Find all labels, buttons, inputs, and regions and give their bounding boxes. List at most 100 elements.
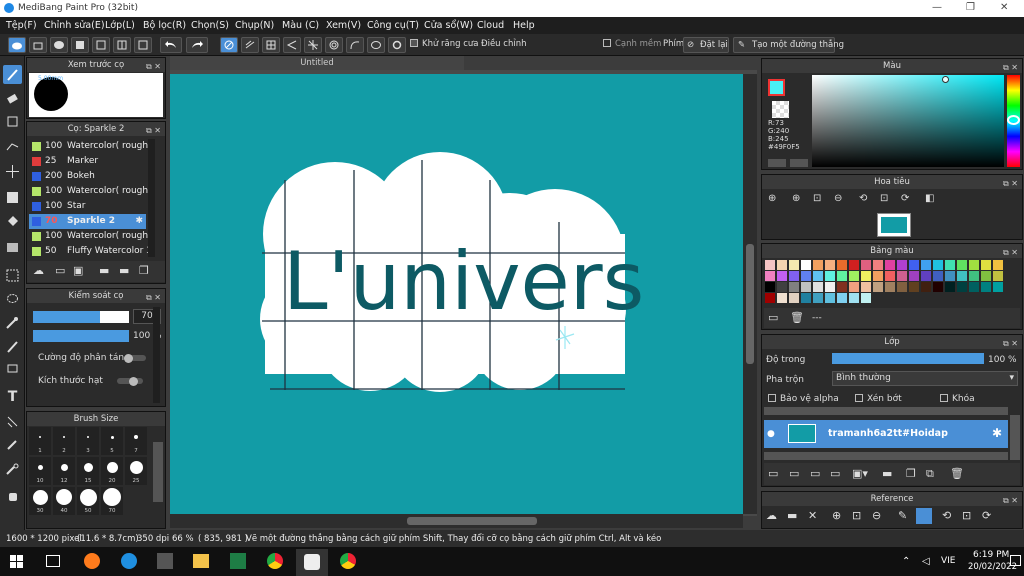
canvas-horizontal-scrollbar[interactable] xyxy=(170,514,743,528)
color-swap-button[interactable] xyxy=(790,159,808,167)
palette-swatch[interactable] xyxy=(849,282,859,292)
scatter-toggle[interactable] xyxy=(124,353,146,363)
palette-swatch[interactable] xyxy=(825,260,835,270)
fit-screen-icon[interactable]: ⊡ xyxy=(880,193,888,204)
palette-swatch[interactable] xyxy=(777,293,787,303)
language-indicator[interactable]: VIE xyxy=(941,556,956,566)
brush-item[interactable]: 100 Watercolor( rough) xyxy=(29,139,152,154)
operation-tool-icon[interactable] xyxy=(3,460,22,479)
palette-swatch[interactable] xyxy=(909,260,919,270)
palette-swatch[interactable] xyxy=(777,282,787,292)
straight-line-button[interactable]: ✎ Tạo một đường thẳng xyxy=(733,37,844,53)
maximize-button[interactable]: ❐ xyxy=(966,2,975,13)
shape-tool-icon[interactable] xyxy=(3,112,22,131)
palette-swatch[interactable] xyxy=(801,282,811,292)
palette-swatch[interactable] xyxy=(921,282,931,292)
brush-size-option[interactable]: 40 xyxy=(53,487,75,515)
brush-size-slider[interactable] xyxy=(33,311,129,323)
palette-swatch[interactable] xyxy=(861,260,871,270)
eraser-tool-icon[interactable] xyxy=(3,89,22,108)
cloud-icon[interactable]: ☁ xyxy=(766,509,777,522)
antialias-checkbox[interactable]: Khử răng cưa xyxy=(410,39,479,49)
new-palette-icon[interactable]: ▭ xyxy=(768,311,778,324)
brush-size-option[interactable]: 1 xyxy=(29,427,51,455)
palette-swatch[interactable] xyxy=(861,293,871,303)
share-icon[interactable] xyxy=(29,37,47,53)
palette-swatch[interactable] xyxy=(969,282,979,292)
palette-swatch[interactable] xyxy=(837,282,847,292)
palette-swatch[interactable] xyxy=(885,282,895,292)
palette-swatch[interactable] xyxy=(873,260,883,270)
palette-swatch[interactable] xyxy=(849,271,859,281)
radial-snap-icon[interactable] xyxy=(304,37,322,53)
brush-item[interactable]: 100 Watercolor( rough) xyxy=(29,229,152,244)
folder-icon[interactable]: ▬ xyxy=(787,509,797,522)
palette-swatch[interactable] xyxy=(825,282,835,292)
palette-swatch[interactable] xyxy=(765,271,775,281)
palette-swatch[interactable] xyxy=(957,282,967,292)
palette-swatch[interactable] xyxy=(861,271,871,281)
bucket-tool-icon[interactable] xyxy=(3,212,22,231)
palette-swatch[interactable] xyxy=(825,293,835,303)
panel-close-icon[interactable]: ⧉ ✕ xyxy=(146,124,161,138)
panel-close-icon[interactable]: ⧉ ✕ xyxy=(1003,337,1018,351)
brush-size-option[interactable]: 70 xyxy=(101,487,123,515)
close-icon[interactable]: ✕ xyxy=(808,509,817,522)
secondary-color-swatch[interactable] xyxy=(772,101,789,118)
new-brush-icon[interactable]: ▭ xyxy=(55,264,65,277)
duplicate-icon[interactable]: ❐ xyxy=(906,467,916,480)
save-icon[interactable] xyxy=(71,37,89,53)
brush-size-option[interactable]: 3 xyxy=(77,427,99,455)
palette-swatch[interactable] xyxy=(993,271,1003,281)
palette-swatch[interactable] xyxy=(765,260,775,270)
palette-swatch[interactable] xyxy=(789,260,799,270)
palette-swatch[interactable] xyxy=(945,282,955,292)
brush-item[interactable]: 100 Watercolor( rough) xyxy=(29,184,152,199)
rotate-left-icon[interactable]: ⟲ xyxy=(859,193,867,204)
zoom-in-icon[interactable]: ⊕ xyxy=(832,509,841,522)
menu-window[interactable]: Cửa sổ(W) xyxy=(424,20,473,31)
clip-checkbox[interactable]: Xén bớt xyxy=(855,394,902,404)
cloud-icon[interactable] xyxy=(8,37,26,53)
menu-help[interactable]: Help xyxy=(513,20,535,31)
concentric-snap-icon[interactable] xyxy=(325,37,343,53)
fit-icon[interactable]: ⊡ xyxy=(813,193,821,204)
panel-close-icon[interactable]: ⧉ ✕ xyxy=(146,60,161,74)
zoom-in-icon[interactable]: ⊕ xyxy=(768,193,776,204)
palette-swatch[interactable] xyxy=(933,271,943,281)
panel-close-icon[interactable]: ⧉ ✕ xyxy=(1003,246,1018,260)
palette-swatch[interactable] xyxy=(873,282,883,292)
text-tool-icon[interactable]: T xyxy=(3,387,22,406)
medibang-taskbar-item[interactable] xyxy=(296,549,328,576)
brush-item[interactable]: 100 Star xyxy=(29,199,146,214)
palette-swatch[interactable] xyxy=(837,260,847,270)
brush-list-scrollbar[interactable] xyxy=(148,139,155,257)
brush-size-scrollbar[interactable] xyxy=(153,442,163,502)
redo-icon[interactable] xyxy=(186,37,208,53)
brush-size-option[interactable]: 2 xyxy=(53,427,75,455)
palette-swatch[interactable] xyxy=(933,282,943,292)
palette-swatch[interactable] xyxy=(993,260,1003,270)
palette-swatch[interactable] xyxy=(777,260,787,270)
palette-swatch[interactable] xyxy=(825,271,835,281)
color-mode-button[interactable] xyxy=(768,159,786,167)
line-tool-icon[interactable] xyxy=(3,136,22,155)
rotate-left-icon[interactable]: ⟲ xyxy=(942,509,951,522)
duplicate-icon[interactable]: ❐ xyxy=(139,264,149,277)
rotate-right-icon[interactable]: ⟳ xyxy=(982,509,991,522)
brush-tool-icon[interactable] xyxy=(3,65,22,84)
palette-swatch[interactable] xyxy=(897,282,907,292)
comment-icon[interactable] xyxy=(50,37,68,53)
palette-swatch[interactable] xyxy=(813,282,823,292)
brush-size-option[interactable]: 50 xyxy=(77,487,99,515)
gear-icon[interactable]: ✱ xyxy=(135,214,143,229)
brush-size-option[interactable]: 12 xyxy=(53,457,75,485)
no-snap-icon[interactable] xyxy=(220,37,238,53)
panel-close-icon[interactable]: ⧉ ✕ xyxy=(146,291,161,305)
palette-swatch[interactable] xyxy=(945,260,955,270)
palette-swatch[interactable] xyxy=(897,260,907,270)
palette-swatch[interactable] xyxy=(837,293,847,303)
merge-icon[interactable]: ⧉ xyxy=(926,467,934,481)
palette-swatch[interactable] xyxy=(765,293,775,303)
firefox-icon[interactable] xyxy=(84,553,100,569)
